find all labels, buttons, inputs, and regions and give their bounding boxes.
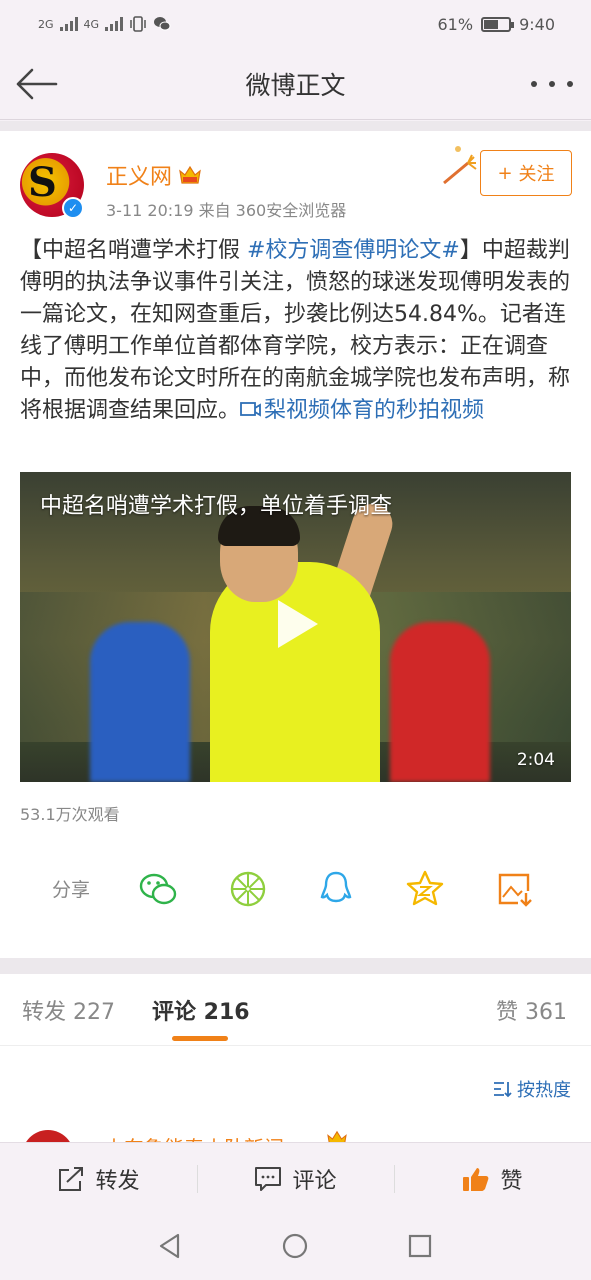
sort-by-hot-button[interactable]: 按热度 <box>493 1076 571 1102</box>
thumbs-up-icon <box>463 1167 489 1191</box>
battery-icon <box>481 16 515 32</box>
bottom-action-bar: 转发 评论 赞 <box>0 1142 591 1214</box>
comment-item[interactable]: 山东鲁能泰山队新闻 <box>0 1120 591 1142</box>
video-duration: 2:04 <box>516 750 555 770</box>
view-count: 53.1万次观看 <box>20 805 120 824</box>
status-right: 61% 9:40 <box>438 15 556 34</box>
follow-label: 关注 <box>518 164 555 185</box>
battery-percent: 61% <box>437 14 474 34</box>
post-text: 【中超名哨遭学术打假 #校方调查傅明论文#】中超裁判傅明的执法争议事件引关注，愤… <box>20 235 572 427</box>
video-link-icon <box>240 402 261 417</box>
qzone-icon[interactable] <box>405 869 445 909</box>
back-arrow-icon[interactable] <box>14 66 58 102</box>
hashtag-link[interactable]: #校方调查傅明论文# <box>247 238 460 263</box>
post-text-body: 】中超裁判傅明的执法争议事件引关注，愤怒的球迷发现傅明发表的一篇论文，在知网查重… <box>20 238 571 423</box>
video-link[interactable]: 梨视频体育的秒拍视频 <box>240 398 484 423</box>
video-figure-red <box>390 622 490 782</box>
vibrate-icon <box>130 16 146 32</box>
verified-badge-icon: ✓ <box>62 197 84 219</box>
share-label: 分享 <box>52 879 91 901</box>
video-caption: 中超名哨遭学术打假，单位着手调查 <box>40 494 393 519</box>
tab-comments[interactable]: 评论 216 <box>152 994 250 1026</box>
moments-icon[interactable] <box>228 869 268 909</box>
comment-button[interactable]: 评论 <box>197 1143 394 1214</box>
follow-plus-icon: + <box>497 162 513 184</box>
commenter-avatar[interactable] <box>22 1130 74 1142</box>
repost-button[interactable]: 转发 <box>0 1143 197 1214</box>
sort-icon <box>494 1082 512 1098</box>
video-player[interactable]: 中超名哨遭学术打假，单位着手调查 2:04 <box>20 472 571 782</box>
tab-repost[interactable]: 转发 227 <box>22 994 115 1026</box>
like-label: 赞 <box>500 1168 523 1194</box>
save-image-icon[interactable] <box>494 869 534 909</box>
more-options-icon[interactable] <box>531 70 573 98</box>
play-icon[interactable] <box>272 596 322 652</box>
signal-bars-icon <box>59 17 78 31</box>
video-link-label: 梨视频体育的秒拍视频 <box>264 398 485 423</box>
battery-fill <box>484 19 498 29</box>
post-card: S ✓ 正义网 3-11 20:19 来自 360安全浏览器 + 关注 【中超名… <box>0 131 591 958</box>
post-meta: 3-11 20:19 来自 360安全浏览器 <box>106 201 347 220</box>
wechat-icon[interactable] <box>138 869 178 909</box>
wechat-notification-icon <box>154 17 171 31</box>
repost-label: 转发 <box>95 1168 140 1194</box>
sort-label: 按热度 <box>517 1080 571 1101</box>
commenter-name[interactable]: 山东鲁能泰山队新闻 <box>104 1132 284 1142</box>
like-button[interactable]: 赞 <box>394 1143 591 1214</box>
system-back-icon[interactable] <box>156 1232 184 1260</box>
system-navigation-bar <box>0 1214 591 1280</box>
status-bar: 2G 4G 61% 9:40 <box>0 0 591 48</box>
repost-icon <box>59 1166 84 1191</box>
comment-label: 评论 <box>292 1168 337 1194</box>
page-title: 微博正文 <box>245 70 346 100</box>
vip-crown-icon <box>179 165 201 184</box>
follow-button[interactable]: + 关注 <box>480 150 572 196</box>
system-recents-icon[interactable] <box>406 1232 434 1260</box>
video-figure-blue <box>90 622 190 782</box>
divider <box>0 121 591 131</box>
divider <box>0 958 591 974</box>
vip-crown-icon <box>327 1130 347 1142</box>
signal2-label: 4G <box>83 17 100 31</box>
comment-icon <box>255 1166 282 1191</box>
active-tab-indicator <box>172 1036 228 1041</box>
tab-likes[interactable]: 赞 361 <box>496 994 567 1026</box>
signal1-label: 2G <box>38 17 54 31</box>
system-home-icon[interactable] <box>281 1232 309 1260</box>
post-text-prefix: 【中超名哨遭学术打假 <box>20 238 247 263</box>
clock: 9:40 <box>519 14 555 34</box>
signal-bars-icon <box>105 17 124 31</box>
navigation-bar: 微博正文 <box>0 48 591 120</box>
qq-icon[interactable] <box>316 869 356 909</box>
author-name[interactable]: 正义网 <box>106 159 172 191</box>
signal-indicators: 2G 4G <box>38 16 171 32</box>
interaction-tabs: 转发 227 评论 216 赞 361 <box>0 974 591 1046</box>
author-name-row: 正义网 <box>106 159 202 191</box>
